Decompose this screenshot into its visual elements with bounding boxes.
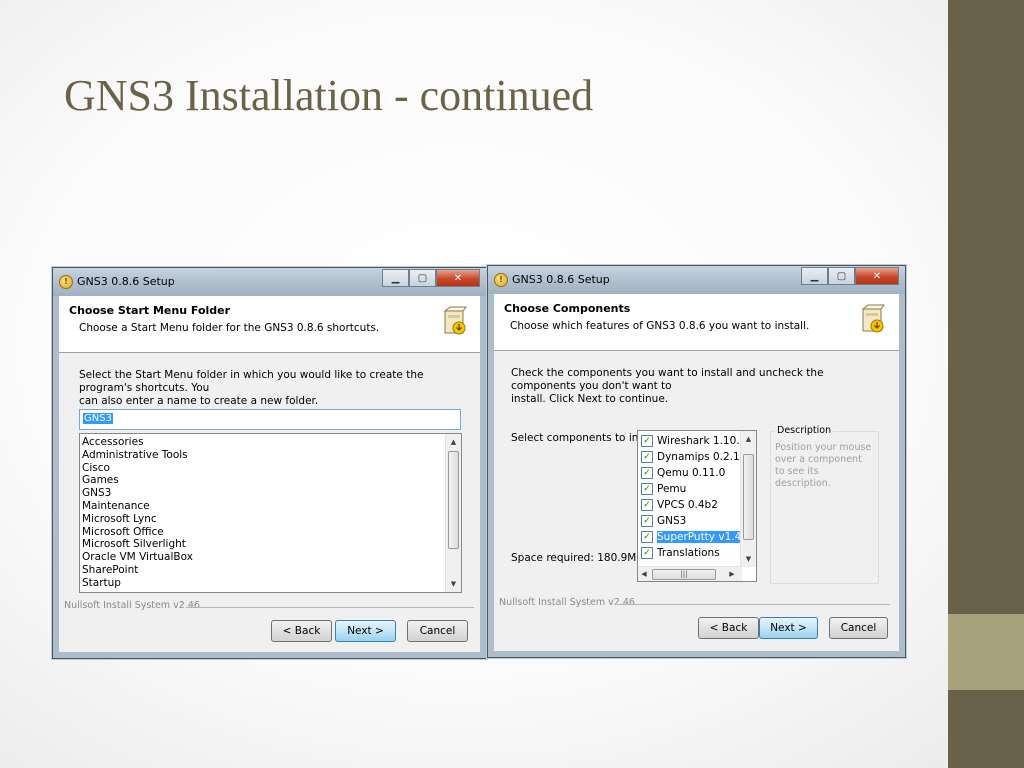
component-label: GNS3: [657, 515, 687, 527]
folder-list-item[interactable]: Startup: [80, 577, 461, 590]
component-label: Pemu: [657, 483, 687, 495]
next-button[interactable]: Next >: [335, 620, 396, 642]
window-client: Choose Components Choose which features …: [494, 294, 899, 651]
cancel-button[interactable]: Cancel: [407, 620, 468, 642]
scroll-thumb[interactable]: [448, 451, 459, 549]
component-item[interactable]: ✓ GNS3: [638, 513, 741, 529]
minimize-button[interactable]: ▁: [801, 267, 828, 285]
component-label: Qemu 0.11.0: [657, 467, 726, 479]
description-groupbox: Description Position your mouse over a c…: [770, 425, 879, 584]
start-menu-setup-window: ! GNS3 0.8.6 Setup ▁ ▢ ✕ Choose Start Me…: [52, 267, 487, 659]
component-item[interactable]: ✓ Wireshark 1.10.2: [638, 433, 741, 449]
scroll-up-arrow-icon[interactable]: ▲: [446, 435, 461, 449]
folder-list-item[interactable]: Accessories: [80, 436, 461, 449]
instructions-line-2: can also enter a name to create a new fo…: [79, 395, 319, 407]
scroll-down-arrow-icon[interactable]: ▼: [446, 577, 461, 591]
instructions: Select the Start Menu folder in which yo…: [79, 369, 474, 408]
folder-list-item[interactable]: Administrative Tools: [80, 449, 461, 462]
folder-list-item[interactable]: Maintenance: [80, 500, 461, 513]
nsis-version-label: Nullsoft Install System v2.46: [64, 600, 200, 611]
maximize-button[interactable]: ▢: [409, 269, 436, 287]
scroll-thumb[interactable]: [743, 454, 754, 540]
back-button[interactable]: < Back: [271, 620, 332, 642]
back-button[interactable]: < Back: [698, 617, 759, 639]
component-label: SuperPutty v1.4.0.4 B: [657, 531, 741, 543]
component-item[interactable]: ✓ VPCS 0.4b2: [638, 497, 741, 513]
window-title: GNS3 0.8.6 Setup: [77, 275, 175, 288]
start-menu-folder-input[interactable]: GNS3: [79, 409, 461, 430]
component-label: Translations: [657, 547, 720, 559]
components-setup-window: ! GNS3 0.8.6 Setup ▁ ▢ ✕ Choose Componen…: [487, 265, 906, 658]
component-checkbox[interactable]: ✓: [641, 435, 653, 447]
header-subtitle: Choose a Start Menu folder for the GNS3 …: [79, 322, 380, 334]
window-client: Choose Start Menu Folder Choose a Start …: [59, 296, 480, 652]
setup-app-icon: !: [59, 275, 73, 289]
component-checkbox[interactable]: ✓: [641, 515, 653, 527]
title-bar[interactable]: ! GNS3 0.8.6 Setup ▁ ▢ ✕: [53, 268, 486, 296]
slide-sidebar-accent: [948, 614, 1024, 690]
setup-app-icon: !: [494, 273, 508, 287]
installer-box-icon: [861, 304, 885, 333]
close-button[interactable]: ✕: [855, 267, 899, 285]
scroll-left-arrow-icon[interactable]: ◀: [638, 567, 650, 581]
title-bar[interactable]: ! GNS3 0.8.6 Setup ▁ ▢ ✕: [488, 266, 905, 294]
instructions-line-2: install. Click Next to continue.: [511, 393, 669, 405]
component-label: Wireshark 1.10.2: [657, 435, 741, 447]
folder-list-item[interactable]: Microsoft Office: [80, 526, 461, 539]
header-subtitle: Choose which features of GNS3 0.8.6 you …: [510, 320, 810, 332]
component-item[interactable]: ✓ Dynamips 0.2.10: [638, 449, 741, 465]
space-required-label: Space required: 180.9MB: [511, 552, 644, 564]
folder-list-scrollbar[interactable]: ▲ ▼: [445, 434, 461, 592]
component-label: Dynamips 0.2.10: [657, 451, 741, 463]
folder-list-item[interactable]: Cisco: [80, 462, 461, 475]
component-label: VPCS 0.4b2: [657, 499, 718, 511]
folder-list-item[interactable]: Microsoft Silverlight: [80, 538, 461, 551]
minimize-button[interactable]: ▁: [382, 269, 409, 287]
instructions: Check the components you want to install…: [511, 367, 891, 406]
description-title: Description: [775, 425, 834, 436]
component-item[interactable]: ✓ Qemu 0.11.0: [638, 465, 741, 481]
cancel-button[interactable]: Cancel: [829, 617, 888, 639]
footer-divider: [615, 604, 890, 605]
component-checkbox[interactable]: ✓: [641, 483, 653, 495]
components-tree[interactable]: ✓ Wireshark 1.10.2 ✓ Dynamips 0.2.10 ✓ Qemu 0…: [637, 430, 757, 582]
folder-list-item[interactable]: GNS3: [80, 487, 461, 500]
window-title: GNS3 0.8.6 Setup: [512, 273, 610, 286]
header-title: Choose Components: [504, 302, 631, 315]
description-text: Position your mouse over a component to …: [775, 442, 872, 489]
folder-list-item[interactable]: Oracle VM VirtualBox: [80, 551, 461, 564]
component-checkbox[interactable]: ✓: [641, 451, 653, 463]
maximize-button[interactable]: ▢: [828, 267, 855, 285]
scroll-right-arrow-icon[interactable]: ▶: [726, 567, 738, 581]
start-menu-folder-list[interactable]: Accessories Administrative Tools Cisco Game…: [79, 433, 462, 593]
next-button[interactable]: Next >: [759, 617, 818, 639]
nsis-version-label: Nullsoft Install System v2.46: [499, 597, 635, 608]
instructions-line-1: Check the components you want to install…: [511, 367, 824, 392]
slide-title: GNS3 Installation - continued: [64, 71, 594, 120]
folder-list-item[interactable]: SharePoint: [80, 564, 461, 577]
component-item[interactable]: ✓ SuperPutty v1.4.0.4 B: [638, 529, 741, 545]
folder-list-item[interactable]: Games: [80, 474, 461, 487]
components-vscrollbar[interactable]: ▲ ▼: [740, 431, 756, 567]
scroll-thumb-horizontal[interactable]: |||: [652, 569, 716, 580]
component-item[interactable]: ✓ Pemu: [638, 481, 741, 497]
folder-list-item[interactable]: Microsoft Lync: [80, 513, 461, 526]
component-checkbox[interactable]: ✓: [641, 499, 653, 511]
close-button[interactable]: ✕: [436, 269, 480, 287]
component-item[interactable]: ✓ Translations: [638, 545, 741, 561]
scroll-up-arrow-icon[interactable]: ▲: [741, 432, 756, 446]
header-title: Choose Start Menu Folder: [69, 304, 231, 317]
component-checkbox[interactable]: ✓: [641, 547, 653, 559]
footer-divider: [186, 607, 474, 608]
wizard-header: Choose Start Menu Folder Choose a Start …: [59, 296, 480, 353]
instructions-line-1: Select the Start Menu folder in which yo…: [79, 369, 424, 394]
wizard-header: Choose Components Choose which features …: [494, 294, 899, 351]
component-checkbox[interactable]: ✓: [641, 467, 653, 479]
installer-box-icon: [443, 306, 467, 335]
folder-input-value: GNS3: [83, 413, 113, 424]
components-hscrollbar[interactable]: ◀ ||| ▶: [638, 566, 742, 581]
scroll-down-arrow-icon[interactable]: ▼: [741, 552, 756, 566]
component-checkbox[interactable]: ✓: [641, 531, 653, 543]
